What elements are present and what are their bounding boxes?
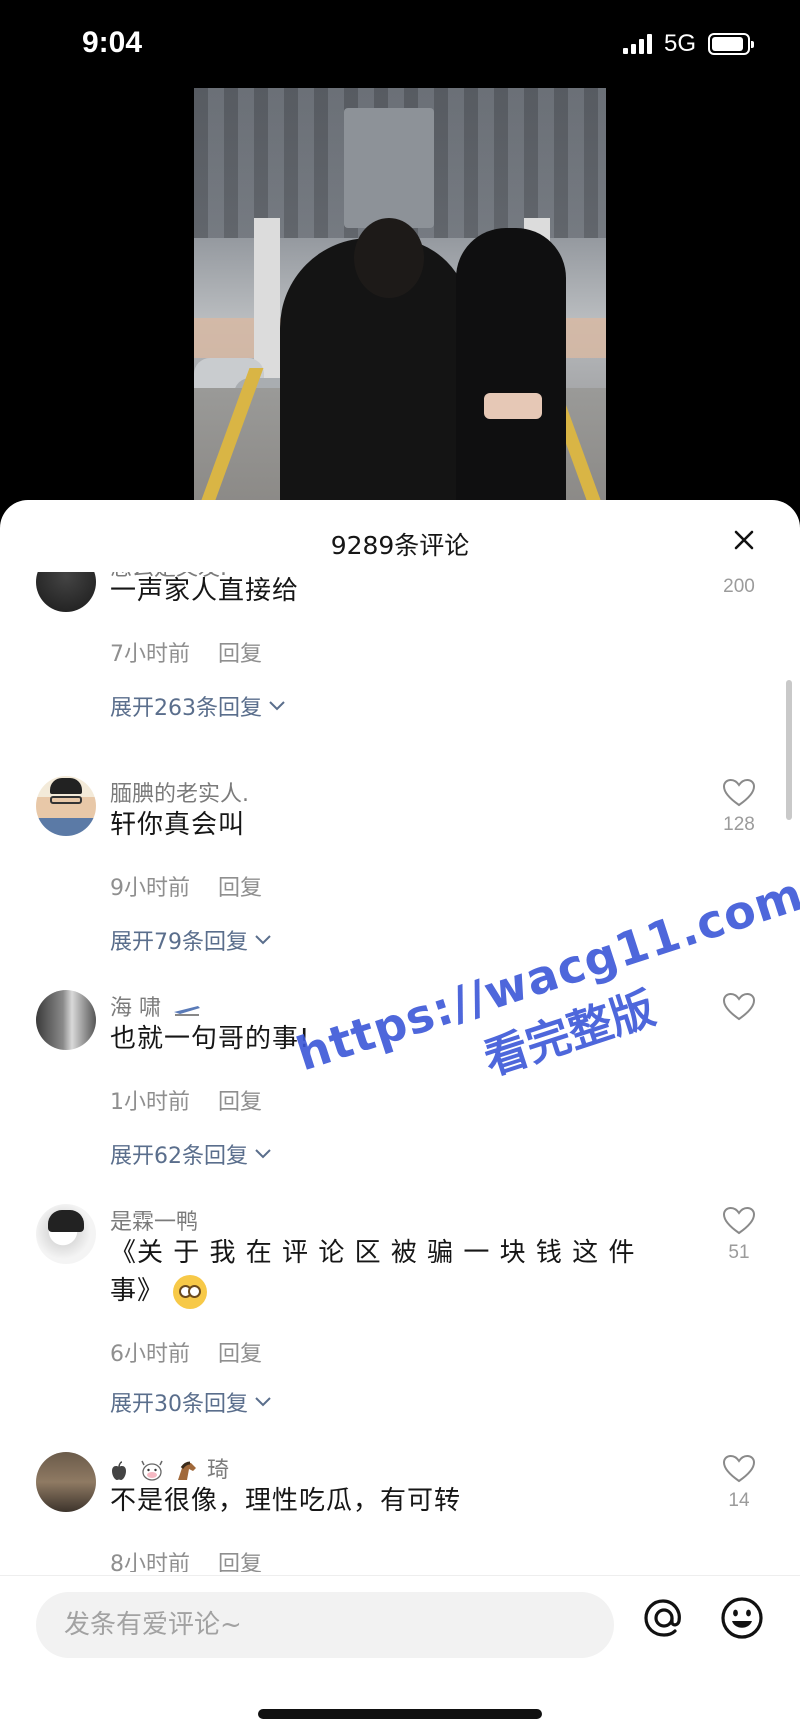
signal-icon [622, 34, 652, 54]
expand-replies-label: 展开263条回复 [110, 696, 262, 721]
comment-time: 9小时前 [110, 876, 190, 901]
close-icon [734, 530, 754, 550]
like-count: 14 [728, 1490, 750, 1511]
like-count: 128 [723, 814, 755, 835]
comment-text: 《关 于 我 在 评 论 区 被 骗 一 块 钱 这 件 事》 [110, 1234, 650, 1310]
emoji-button[interactable] [718, 1594, 766, 1642]
comment-text: 也就一句哥的事! [110, 1024, 311, 1054]
expand-replies-button[interactable]: 展开62条回复 [110, 1138, 272, 1170]
sheet-header: 9289条评论 [0, 500, 800, 580]
video-person [456, 228, 566, 508]
reply-button[interactable]: 回复 [218, 1342, 262, 1367]
reply-button[interactable]: 回复 [218, 876, 262, 901]
battery-icon [708, 33, 754, 55]
like-button[interactable]: 200 [714, 572, 764, 598]
like-count: 200 [723, 576, 755, 597]
comment-time: 6小时前 [110, 1342, 190, 1367]
close-button[interactable] [724, 520, 764, 560]
chevron-down-icon [255, 935, 271, 945]
comment-meta: 6小时前 回复 [110, 1336, 262, 1368]
mention-button[interactable] [640, 1594, 688, 1642]
comment-count-title: 9289条评论 [330, 531, 470, 560]
comment-time: 8小时前 [110, 1552, 190, 1572]
heart-icon [722, 778, 756, 807]
like-button[interactable]: 51 [714, 1206, 764, 1264]
like-button[interactable]: 128 [714, 778, 764, 836]
avatar[interactable] [36, 572, 96, 612]
comment-time: 1小时前 [110, 1090, 190, 1115]
network-type: 5G [663, 30, 696, 57]
comment-meta: 8小时前 回复 [110, 1546, 262, 1572]
comment-username-text: 琦 [207, 1458, 230, 1483]
comment-input[interactable] [36, 1592, 614, 1658]
apple-icon [112, 1461, 126, 1480]
comment-text: 不是很像，理性吃瓜，有可转 [110, 1486, 462, 1516]
chevron-down-icon [255, 1397, 271, 1407]
airplane-icon [174, 1006, 200, 1016]
video-player[interactable] [194, 88, 606, 508]
expand-replies-label: 展开79条回复 [110, 930, 248, 955]
expand-replies-label: 展开30条回复 [110, 1392, 248, 1417]
at-sign-icon [644, 1599, 681, 1637]
reply-button[interactable]: 回复 [218, 642, 262, 667]
video-duct [344, 108, 434, 228]
avatar[interactable] [36, 1452, 96, 1512]
comment-meta: 9小时前 回复 [110, 870, 262, 902]
status-time: 9:04 [82, 26, 143, 59]
comment-text: 一声家人直接给 [110, 576, 300, 606]
heart-icon [722, 1206, 756, 1235]
comment-username[interactable]: 海 啸 [110, 990, 202, 1022]
comment-username[interactable]: 腼腆的老实人. [110, 776, 249, 808]
expand-replies-button[interactable]: 展开30条回复 [110, 1386, 272, 1418]
comment-time: 7小时前 [110, 642, 190, 667]
video-person-head [354, 218, 424, 298]
comment-username[interactable]: 是霖一鸭 [110, 1204, 198, 1236]
comment-username[interactable]: 琦 [110, 1452, 229, 1484]
heart-icon [722, 1454, 756, 1483]
avatar[interactable] [36, 1204, 96, 1264]
like-button[interactable]: 14 [714, 1454, 764, 1512]
like-count: 51 [728, 1242, 750, 1263]
reply-button[interactable]: 回复 [218, 1552, 262, 1572]
comment-meta: 7小时前 回复 [110, 636, 262, 668]
comment-username-text: 海 啸 [110, 996, 161, 1021]
smiley-icon [721, 1597, 763, 1639]
horse-icon [178, 1461, 196, 1480]
comment-text: 轩你真会叫 [110, 810, 246, 840]
comment-meta: 1小时前 回复 [110, 1084, 262, 1116]
expand-replies-button[interactable]: 展开79条回复 [110, 924, 272, 956]
status-indicators: 5G [622, 30, 754, 58]
chevron-down-icon [255, 1149, 271, 1159]
flushed-emoji-icon [173, 1274, 208, 1309]
cow-icon [141, 1460, 163, 1481]
scrollbar[interactable] [786, 680, 792, 820]
avatar[interactable] [36, 990, 96, 1050]
chevron-down-icon [269, 701, 285, 711]
avatar[interactable] [36, 776, 96, 836]
reply-button[interactable]: 回复 [218, 1090, 262, 1115]
status-bar: 9:04 5G [0, 0, 800, 88]
video-person-waist [484, 393, 542, 419]
expand-replies-label: 展开62条回复 [110, 1144, 248, 1169]
comment-input-bar [0, 1575, 800, 1730]
home-indicator[interactable] [258, 1709, 542, 1719]
expand-replies-button[interactable]: 展开263条回复 [110, 690, 286, 722]
